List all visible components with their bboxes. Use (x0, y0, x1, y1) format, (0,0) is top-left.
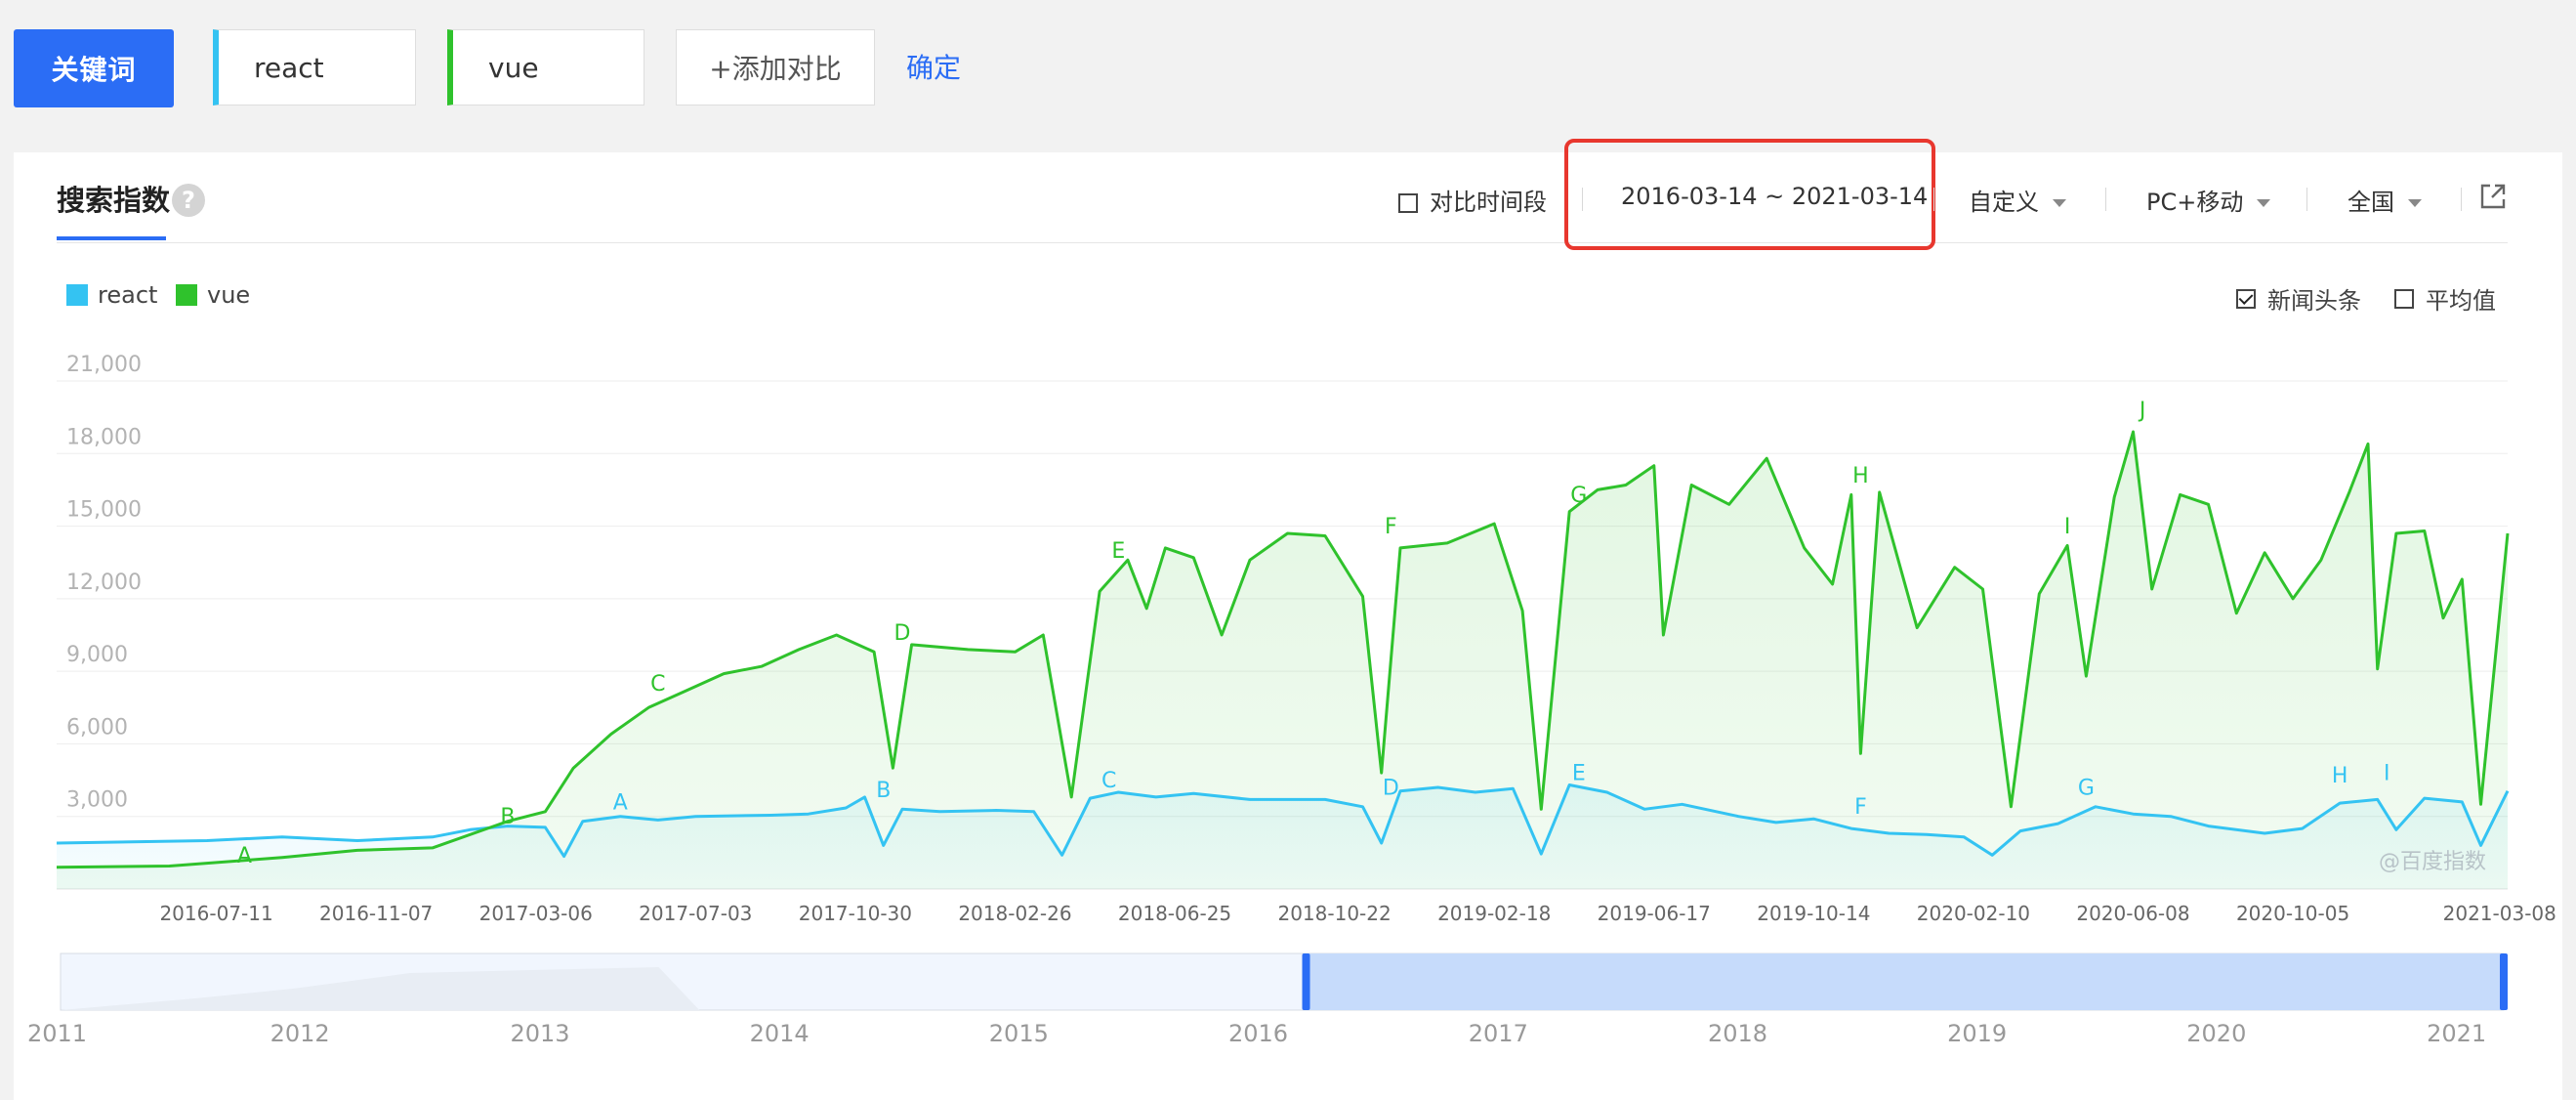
event-marker-vue: J (2138, 399, 2146, 423)
event-marker-react: A (613, 790, 628, 815)
event-marker-vue: E (1111, 539, 1125, 564)
y-tick-label: 21,000 (66, 353, 142, 377)
x-tick-label: 2016-11-07 (319, 902, 433, 925)
navigator-year-label: 2015 (989, 1020, 1049, 1047)
event-marker-react: B (876, 779, 891, 803)
event-marker-vue: D (894, 621, 911, 646)
navigator-year-label: 2017 (1469, 1020, 1528, 1047)
y-tick-label: 18,000 (66, 425, 142, 449)
navigator-year-label: 2012 (270, 1020, 330, 1047)
x-tick-label: 2018-06-25 (1118, 902, 1231, 925)
event-marker-react: I (2384, 762, 2390, 786)
y-tick-label: 15,000 (66, 498, 142, 523)
event-marker-react: E (1572, 762, 1586, 786)
navigator-year-label: 2021 (2427, 1020, 2486, 1047)
navigator-year-label: 2011 (27, 1020, 87, 1047)
event-marker-react: C (1101, 769, 1116, 793)
search-index-chart: A B C D E F G H I J A B C D E F G H I 3,000 6,000 9,000 12,00… (27, 353, 2556, 1047)
x-tick-label: 2017-10-30 (799, 902, 912, 925)
x-tick-label: 2016-07-11 (159, 902, 272, 925)
event-marker-vue: C (650, 672, 665, 697)
navigator-year-label: 2014 (750, 1020, 810, 1047)
x-tick-label: 2020-10-05 (2236, 902, 2349, 925)
event-marker-react: F (1854, 795, 1867, 820)
navigator-year-label: 2016 (1228, 1020, 1288, 1047)
x-tick-label: 2019-10-14 (1757, 902, 1870, 925)
event-marker-react: G (2078, 776, 2095, 800)
x-tick-label: 2020-02-10 (1917, 902, 2030, 925)
range-handle-end (2500, 953, 2508, 1010)
event-marker-vue: G (1570, 484, 1587, 508)
y-tick-label: 12,000 (66, 571, 142, 595)
x-tick-label: 2020-06-08 (2076, 902, 2189, 925)
x-tick-label: 2018-10-22 (1277, 902, 1391, 925)
x-tick-label: 2021-03-08 (2443, 902, 2556, 925)
event-marker-vue: I (2064, 515, 2071, 539)
event-marker-react: D (1383, 776, 1399, 800)
x-tick-label: 2019-02-18 (1437, 902, 1551, 925)
range-handle-start (1302, 953, 1310, 1010)
event-marker-react: H (2332, 764, 2348, 788)
y-tick-label: 9,000 (66, 643, 128, 667)
range-selection (1306, 953, 2504, 1010)
navigator-year-label: 2013 (510, 1020, 569, 1047)
navigator-year-label: 2020 (2186, 1020, 2246, 1047)
event-marker-vue: F (1385, 515, 1397, 539)
event-marker-vue: A (237, 844, 252, 868)
navigator-year-label: 2019 (1947, 1020, 2007, 1047)
navigator-year-label: 2018 (1708, 1020, 1767, 1047)
y-tick-label: 6,000 (66, 715, 128, 740)
event-marker-vue: H (1852, 464, 1869, 488)
x-tick-label: 2017-03-06 (479, 902, 593, 925)
event-marker-vue: B (500, 805, 515, 829)
y-tick-label: 3,000 (66, 788, 128, 813)
x-tick-label: 2017-07-03 (639, 902, 752, 925)
watermark: @百度指数 (2379, 850, 2487, 874)
x-tick-label: 2018-02-26 (958, 902, 1071, 925)
x-tick-label: 2019-06-17 (1598, 902, 1711, 925)
